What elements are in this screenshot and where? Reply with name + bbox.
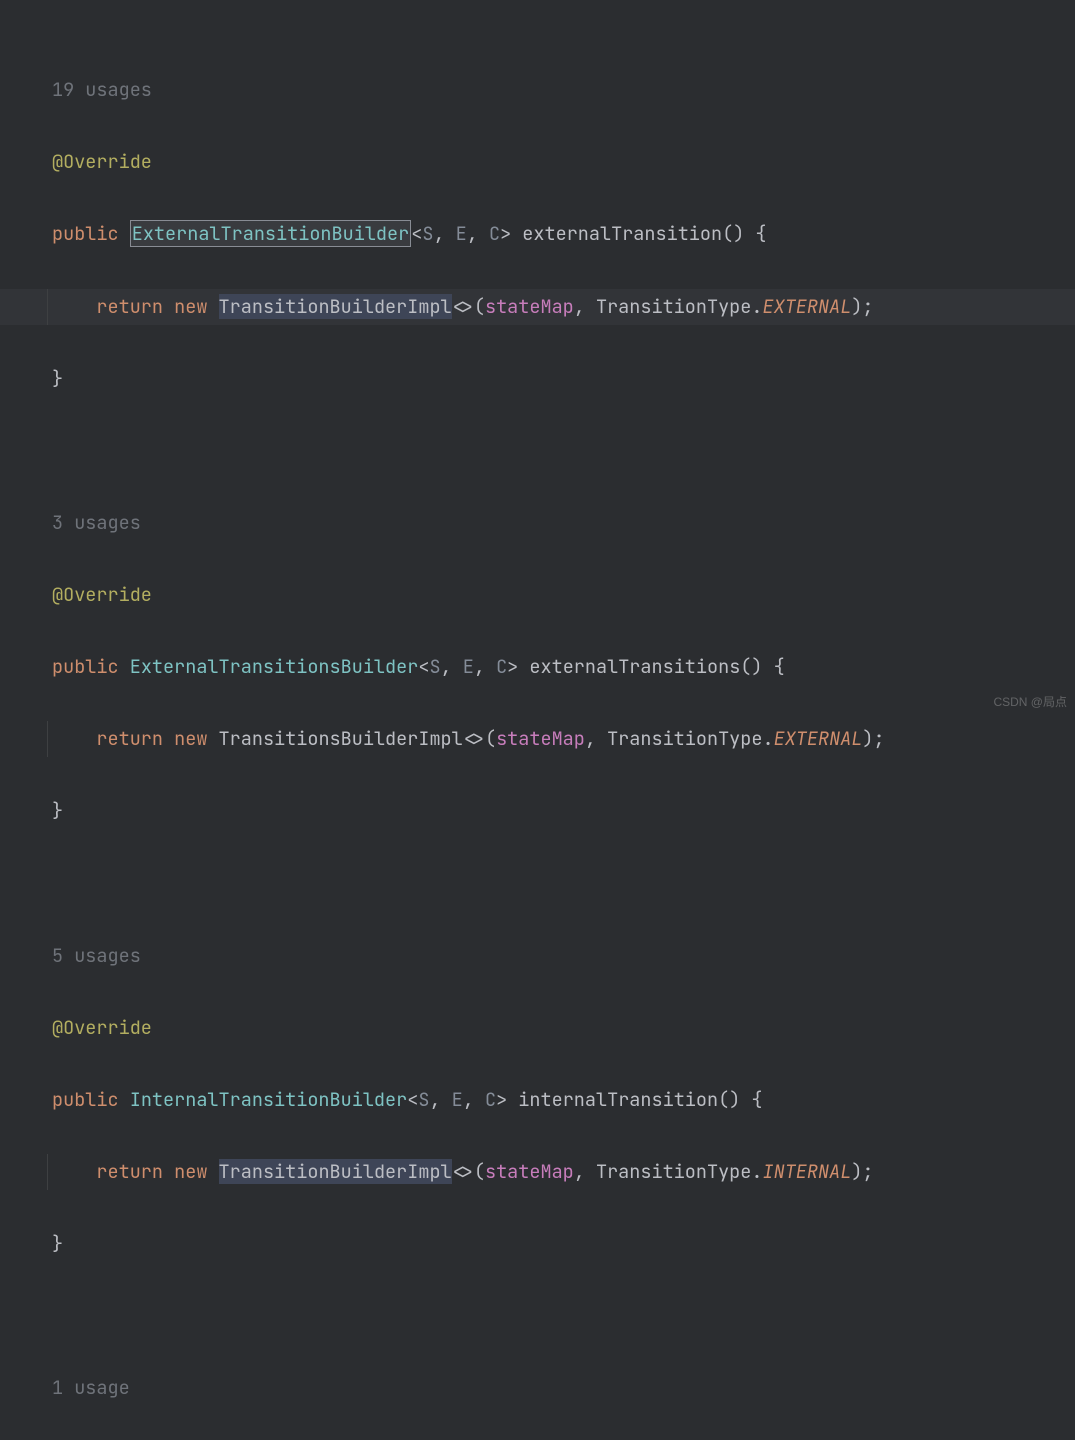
return-type: ExternalTransitionBuilder	[130, 220, 412, 247]
return-type: InternalTransitionBuilder	[130, 1087, 408, 1112]
usage-hint: 3 usages	[52, 510, 141, 535]
method-name: externalTransition	[522, 221, 722, 246]
keyword-return: return	[96, 1159, 163, 1184]
brace-open: {	[744, 221, 766, 246]
arg-sep: ,	[574, 294, 596, 319]
close-stmt: );	[851, 294, 873, 319]
generic-close: >	[507, 654, 518, 679]
annotation-override: @Override	[52, 582, 152, 607]
generic-sep: ,	[429, 1087, 451, 1112]
keyword-new: new	[174, 294, 207, 319]
brace-open: {	[740, 1087, 762, 1112]
generic-e: E	[452, 1087, 463, 1112]
generic-close: >	[500, 221, 511, 246]
keyword-return: return	[96, 294, 163, 319]
close-stmt: );	[862, 726, 884, 751]
watermark: CSDN @局点	[993, 691, 1067, 714]
field-statemap: stateMap	[485, 1159, 574, 1184]
generic-sep: ,	[474, 654, 496, 679]
keyword-public: public	[52, 221, 119, 246]
generic-open: <	[418, 654, 429, 679]
keyword-new: new	[174, 1159, 207, 1184]
method-name: internalTransition	[518, 1087, 718, 1112]
impl-class: TransitionBuilderImpl	[219, 1159, 452, 1184]
generic-sep: ,	[467, 221, 489, 246]
keyword-return: return	[96, 726, 163, 751]
usage-hint: 1 usage	[52, 1375, 130, 1400]
brace-close: }	[52, 1231, 63, 1256]
annotation-override: @Override	[52, 1015, 152, 1040]
diamond-open: <>(	[463, 726, 496, 751]
dot: .	[751, 294, 762, 319]
diamond-open: <>(	[452, 1159, 485, 1184]
generic-c: C	[496, 654, 507, 679]
generic-close: >	[496, 1087, 507, 1112]
keyword-new: new	[174, 726, 207, 751]
diamond-open: <>(	[452, 294, 485, 319]
dot: .	[751, 1159, 762, 1184]
generic-s: S	[429, 654, 440, 679]
generic-s: S	[418, 1087, 429, 1112]
brace-open: {	[763, 654, 785, 679]
generic-e: E	[456, 221, 467, 246]
generic-sep: ,	[463, 1087, 485, 1112]
keyword-public: public	[52, 654, 119, 679]
field-statemap: stateMap	[485, 294, 574, 319]
usage-hint: 19 usages	[52, 77, 152, 102]
parens: ()	[740, 654, 762, 679]
transition-type-class: TransitionType	[596, 294, 751, 319]
enum-external: EXTERNAL	[763, 294, 852, 319]
brace-close: }	[52, 798, 63, 823]
code-editor[interactable]: 19 usages @Override public ExternalTrans…	[0, 0, 1075, 1440]
generic-s: S	[422, 221, 433, 246]
generic-sep: ,	[441, 654, 463, 679]
annotation-override: @Override	[52, 149, 152, 174]
field-statemap: stateMap	[496, 726, 585, 751]
generic-open: <	[411, 221, 422, 246]
impl-class: TransitionsBuilderImpl	[219, 726, 463, 751]
close-stmt: );	[851, 1159, 873, 1184]
arg-sep: ,	[574, 1159, 596, 1184]
parens: ()	[718, 1087, 740, 1112]
keyword-public: public	[52, 1087, 119, 1112]
impl-class: TransitionBuilderImpl	[219, 294, 452, 319]
parens: ()	[722, 221, 744, 246]
transition-type-class: TransitionType	[596, 1159, 751, 1184]
brace-close: }	[52, 366, 63, 391]
generic-c: C	[485, 1087, 496, 1112]
usage-hint: 5 usages	[52, 943, 141, 968]
generic-sep: ,	[433, 221, 455, 246]
enum-internal: INTERNAL	[763, 1159, 852, 1184]
transition-type-class: TransitionType	[607, 726, 762, 751]
generic-open: <	[407, 1087, 418, 1112]
generic-c: C	[489, 221, 500, 246]
arg-sep: ,	[585, 726, 607, 751]
dot: .	[762, 726, 773, 751]
return-type: ExternalTransitionsBuilder	[130, 654, 419, 679]
method-name: externalTransitions	[529, 654, 740, 679]
enum-external: EXTERNAL	[774, 726, 863, 751]
generic-e: E	[463, 654, 474, 679]
